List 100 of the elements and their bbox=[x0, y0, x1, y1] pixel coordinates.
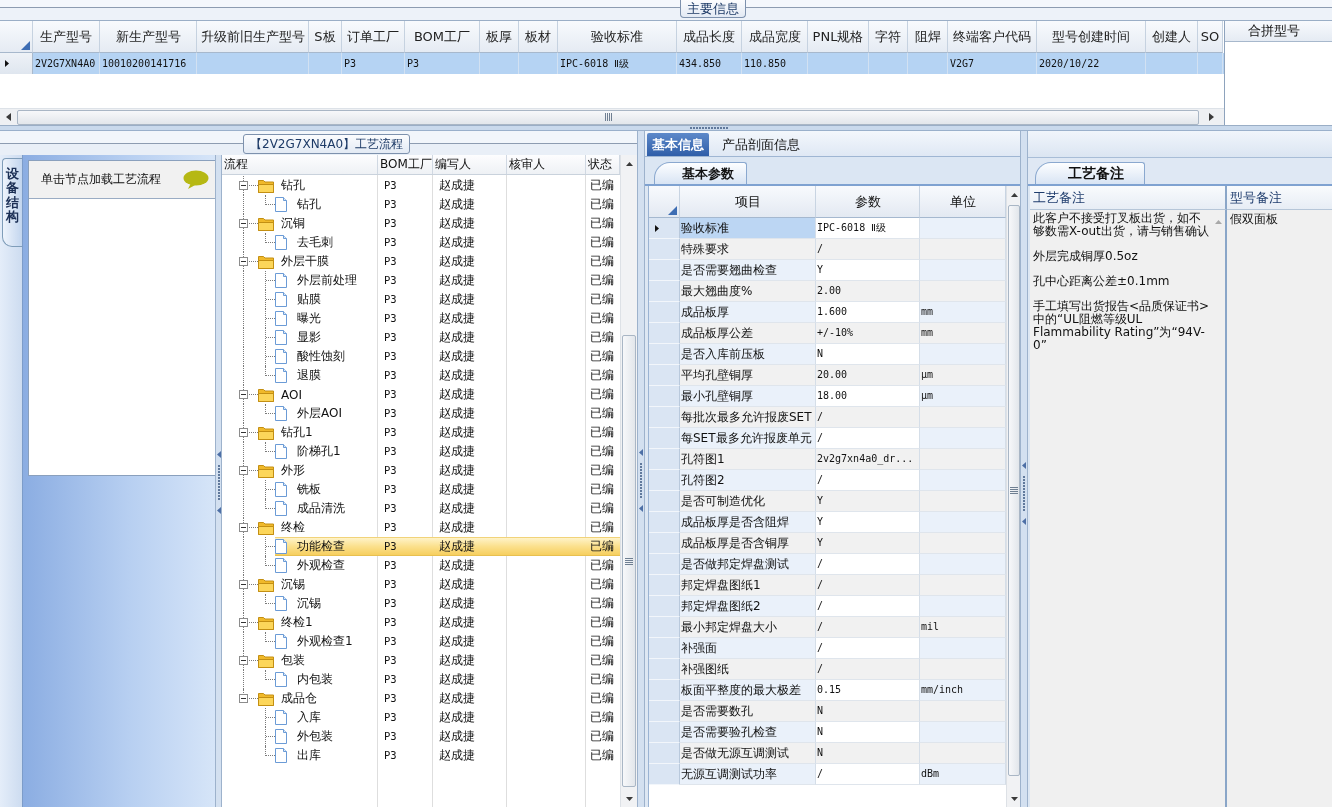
side-tab[interactable]: 设备结构 bbox=[2, 158, 22, 248]
column-header[interactable]: 单位 bbox=[920, 186, 1006, 218]
tree-node[interactable]: 去毛刺 bbox=[222, 233, 378, 252]
column-header[interactable]: 流程 bbox=[222, 155, 378, 174]
tree-node[interactable]: 显影 bbox=[222, 328, 378, 347]
column-header[interactable]: PNL规格 bbox=[808, 21, 869, 53]
column-header[interactable]: 型号备注 bbox=[1227, 186, 1332, 210]
tree-node[interactable]: 终检 bbox=[222, 518, 378, 537]
tree-node[interactable]: 成品清洗 bbox=[222, 499, 378, 518]
splitter[interactable] bbox=[0, 126, 1332, 131]
table-cell-text: 赵成捷 bbox=[438, 424, 476, 441]
row-header[interactable] bbox=[649, 218, 680, 239]
tree-node[interactable]: 退膜 bbox=[222, 366, 378, 385]
scroll-down-icon[interactable] bbox=[1010, 796, 1018, 801]
scroll-up-icon[interactable] bbox=[625, 161, 633, 166]
collapse-arrow-icon[interactable] bbox=[639, 449, 643, 456]
column-header[interactable]: 成品长度 bbox=[677, 21, 742, 53]
column-header[interactable]: 参数 bbox=[816, 186, 920, 218]
column-header[interactable]: 核审人 bbox=[507, 155, 586, 174]
tree-node[interactable]: 成品仓 bbox=[222, 689, 378, 708]
scroll-down-icon[interactable] bbox=[625, 796, 633, 801]
node-label: 外形 bbox=[281, 462, 305, 479]
tree-node[interactable]: 终检1 bbox=[222, 613, 378, 632]
column-header[interactable]: 项目 bbox=[680, 186, 816, 218]
tree-node[interactable]: AOI bbox=[222, 385, 378, 404]
column-header[interactable]: 字符 bbox=[869, 21, 908, 53]
column-header[interactable]: 创建人 bbox=[1146, 21, 1198, 53]
column-header[interactable]: 成品宽度 bbox=[742, 21, 808, 53]
collapse-icon[interactable] bbox=[239, 694, 248, 703]
scrollbar-thumb[interactable] bbox=[622, 335, 636, 787]
column-header[interactable]: SO bbox=[1198, 21, 1223, 53]
column-header[interactable]: 编写人 bbox=[433, 155, 507, 174]
tree-node[interactable]: 外层AOI bbox=[222, 404, 378, 423]
tree-node[interactable]: 铣板 bbox=[222, 480, 378, 499]
collapse-arrow-icon[interactable] bbox=[1022, 462, 1026, 469]
tree-node[interactable]: 外层干膜 bbox=[222, 252, 378, 271]
column-header[interactable]: 终端客户代码 bbox=[948, 21, 1037, 53]
tree-node[interactable]: 沉锡 bbox=[222, 575, 378, 594]
row-header[interactable] bbox=[0, 53, 33, 74]
tree-node[interactable]: 钻孔1 bbox=[222, 423, 378, 442]
column-header[interactable]: 工艺备注 bbox=[1030, 186, 1227, 210]
collapse-icon[interactable] bbox=[239, 181, 248, 190]
tree-node[interactable]: 贴膜 bbox=[222, 290, 378, 309]
column-header[interactable]: 合拼型号 bbox=[1225, 21, 1332, 42]
column-header[interactable]: 生产型号 bbox=[33, 21, 100, 53]
column-header[interactable]: 订单工厂 bbox=[342, 21, 405, 53]
collapse-arrow-icon[interactable] bbox=[216, 451, 221, 458]
tab[interactable]: 工艺备注 bbox=[1035, 162, 1145, 184]
collapse-icon[interactable] bbox=[239, 466, 248, 475]
tree-node[interactable]: 外观检查 bbox=[222, 556, 378, 575]
scroll-up-icon[interactable] bbox=[1010, 192, 1018, 197]
tree-node[interactable]: 外形 bbox=[222, 461, 378, 480]
tree-node[interactable]: 包装 bbox=[222, 651, 378, 670]
tree-node[interactable]: 沉锡 bbox=[222, 594, 378, 613]
tab[interactable]: 基本参数 bbox=[654, 162, 747, 184]
memo-field[interactable]: 此客户不接受打叉板出货，如不够数需X-out出货，请与销售确认 外层完成铜厚0.5oz 孔中心距离公差±0.1mm 手工填写出货报告<品质保证书>中的“UL阻燃等级UL Flammability Rating”为“94V-0” bbox=[1030, 210, 1227, 807]
tree-node[interactable]: 入库 bbox=[222, 708, 378, 727]
collapse-icon[interactable] bbox=[239, 523, 248, 532]
column-header[interactable]: BOM工厂 bbox=[405, 21, 480, 53]
column-header[interactable]: 板材 bbox=[519, 21, 558, 53]
column-header[interactable]: 型号创建时间 bbox=[1037, 21, 1146, 53]
splitter[interactable] bbox=[215, 155, 222, 807]
tree-node[interactable]: 内包装 bbox=[222, 670, 378, 689]
table-cell: 20.00 bbox=[816, 365, 920, 386]
tab[interactable]: 产品剖面信息 bbox=[717, 133, 805, 156]
collapse-icon[interactable] bbox=[239, 219, 248, 228]
tab[interactable]: 基本信息 bbox=[647, 133, 709, 156]
collapse-arrow-icon[interactable] bbox=[1022, 518, 1026, 525]
tree-node[interactable]: 外层前处理 bbox=[222, 271, 378, 290]
tree-node[interactable]: 出库 bbox=[222, 746, 378, 765]
vertical-scrollbar[interactable] bbox=[620, 155, 637, 807]
collapse-arrow-icon[interactable] bbox=[216, 507, 221, 514]
tree-node[interactable]: 钻孔 bbox=[222, 176, 378, 195]
collapse-icon[interactable] bbox=[239, 580, 248, 589]
collapse-arrow-icon[interactable] bbox=[639, 505, 643, 512]
collapse-icon[interactable] bbox=[239, 428, 248, 437]
column-header[interactable]: 板厚 bbox=[480, 21, 519, 53]
tree-node[interactable]: 阶梯孔1 bbox=[222, 442, 378, 461]
column-header[interactable]: 验收标准 bbox=[558, 21, 677, 53]
collapse-icon[interactable] bbox=[239, 257, 248, 266]
column-header[interactable]: S板 bbox=[309, 21, 342, 53]
collapse-icon[interactable] bbox=[239, 656, 248, 665]
scroll-right-icon[interactable] bbox=[1209, 113, 1214, 121]
tree-node[interactable]: 沉铜 bbox=[222, 214, 378, 233]
tree-node[interactable]: 酸性蚀刻 bbox=[222, 347, 378, 366]
scroll-left-icon[interactable] bbox=[6, 113, 11, 121]
column-header[interactable]: 新生产型号 bbox=[100, 21, 197, 53]
document-icon bbox=[275, 482, 287, 497]
tree-node[interactable]: 外观检查1 bbox=[222, 632, 378, 651]
collapse-icon[interactable] bbox=[239, 618, 248, 627]
column-header[interactable]: 阻焊 bbox=[908, 21, 948, 53]
tree-node[interactable]: 钻孔 bbox=[222, 195, 378, 214]
table-cell-text: 赵成捷 bbox=[438, 291, 476, 308]
column-header[interactable]: 升级前旧生产型号 bbox=[197, 21, 309, 53]
tree-node[interactable]: 外包装 bbox=[222, 727, 378, 746]
tree-node[interactable]: 曝光 bbox=[222, 309, 378, 328]
scrollbar-thumb[interactable] bbox=[1008, 205, 1020, 776]
column-header[interactable]: BOM工厂 bbox=[378, 155, 433, 174]
collapse-icon[interactable] bbox=[239, 390, 248, 399]
table-row[interactable]: 2V2G7XN4A0 10010200141716 P3 P3 IPC-6018 Ⅱ级 434.850 110.850 V2G7 2020/10/22 bbox=[0, 53, 1224, 74]
